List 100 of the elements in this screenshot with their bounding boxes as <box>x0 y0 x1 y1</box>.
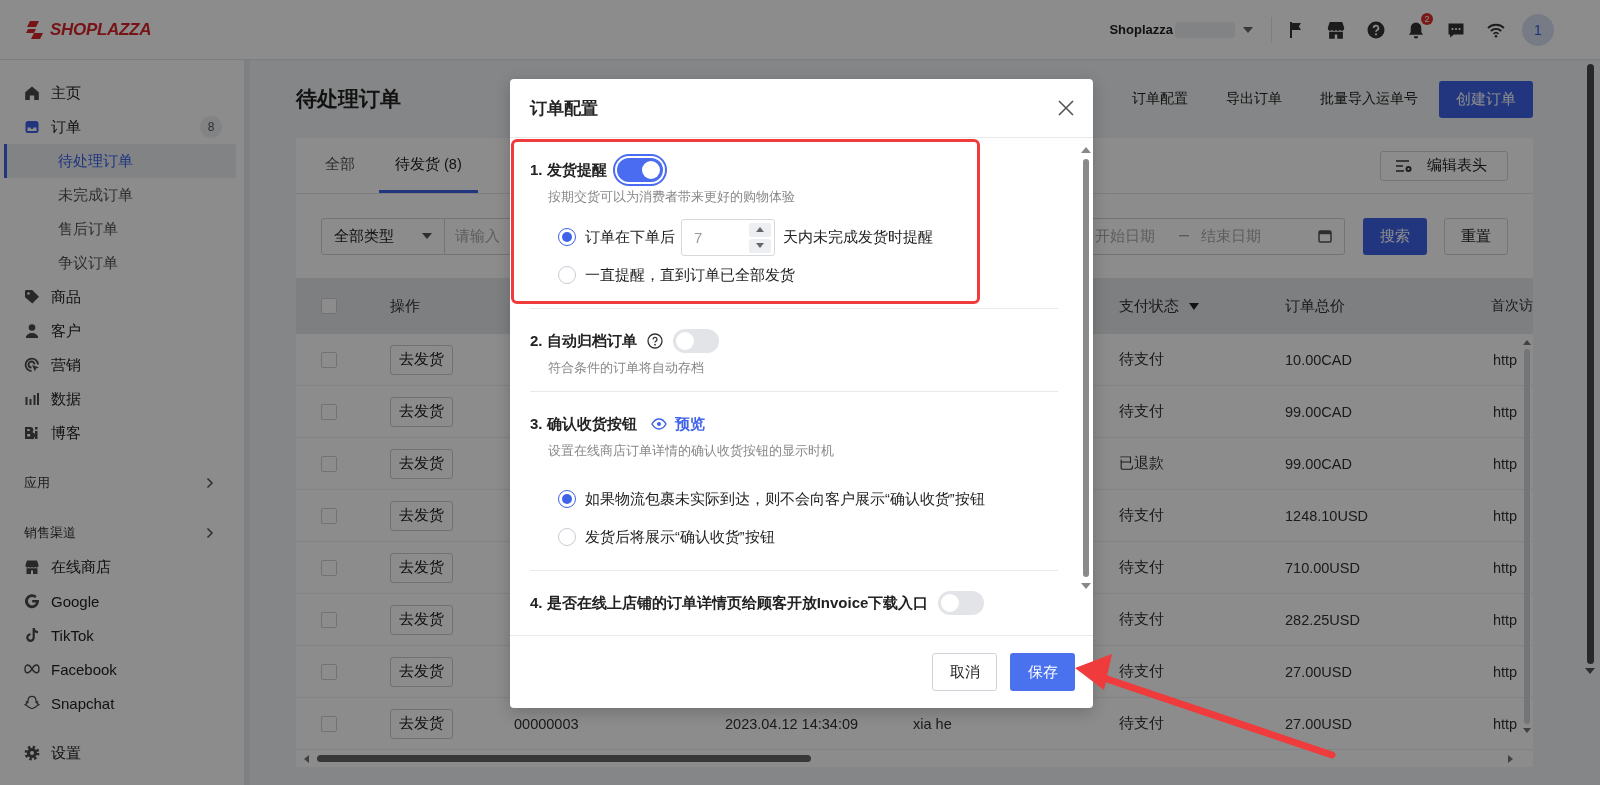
scrollbar-thumb[interactable] <box>1523 349 1530 724</box>
option-label: 如果物流包裹未实际到达，则不会向客户展示“确认收货”按钮 <box>585 489 985 509</box>
toolbar-link[interactable]: 批量导入运单号 <box>1301 90 1437 108</box>
sidebar-label: 博客 <box>51 423 81 443</box>
section-title: 2. 自动归档订单 <box>530 331 637 351</box>
edit-columns-button[interactable]: 编辑表头 <box>1380 150 1508 181</box>
checkbox[interactable] <box>321 559 337 576</box>
sidebar-item[interactable]: 设置 <box>0 736 240 770</box>
section-description: 符合条件的订单将自动存档 <box>548 360 705 377</box>
ship-button[interactable]: 去发货 <box>390 396 453 427</box>
table-cell-text: 00000003 <box>513 715 579 732</box>
help-icon[interactable] <box>646 333 663 349</box>
scrollbar-thumb[interactable] <box>1083 159 1089 577</box>
sidebar-item[interactable]: 商品 <box>0 280 240 314</box>
scroll-down-icon[interactable] <box>1522 728 1531 733</box>
page-title: 待处理订单 <box>296 86 401 112</box>
scroll-down-icon[interactable] <box>1585 668 1595 674</box>
checkbox[interactable] <box>321 715 337 732</box>
table-cell-text: xia he <box>912 715 952 732</box>
sidebar-subitem[interactable]: 未完成订单 <box>4 178 236 212</box>
blog-icon <box>24 425 40 441</box>
scroll-up-icon[interactable] <box>1522 340 1531 345</box>
cancel-button[interactable]: 取消 <box>932 653 997 691</box>
checkbox[interactable] <box>321 455 337 472</box>
sidebar-subitem[interactable]: 争议订单 <box>4 246 236 280</box>
sidebar-label: 商品 <box>51 287 81 307</box>
store-icon <box>24 559 40 575</box>
section-heading[interactable]: 销售渠道 <box>24 524 76 542</box>
sidebar-item[interactable]: 主页 <box>0 76 240 110</box>
toolbar-link[interactable]: 导出订单 <box>1207 90 1301 108</box>
section-heading[interactable]: 应用 <box>24 474 50 492</box>
inbox-icon <box>24 119 40 135</box>
columns-settings-icon <box>1395 158 1413 173</box>
sidebar-item[interactable]: 客户 <box>0 314 240 348</box>
sidebar-item[interactable]: 营销 <box>0 348 240 382</box>
settings-icon <box>24 745 40 761</box>
chevron-right-icon[interactable] <box>206 527 214 539</box>
caret-down-icon[interactable] <box>1243 26 1253 33</box>
checkbox[interactable] <box>321 611 337 628</box>
sidebar-subitem[interactable]: 售后订单 <box>4 212 236 246</box>
ship-button[interactable]: 去发货 <box>390 656 453 687</box>
checkbox[interactable] <box>321 298 337 314</box>
sidebar-item[interactable]: 在线商店 <box>0 550 240 584</box>
table-cell-text: http <box>1492 351 1518 368</box>
sidebar-item[interactable]: Google <box>0 584 240 618</box>
table-cell-text: 99.00CAD <box>1284 455 1352 472</box>
checkbox[interactable] <box>321 351 337 368</box>
toggle-switch[interactable] <box>672 329 719 353</box>
scroll-right-icon[interactable] <box>1508 754 1513 763</box>
close-icon <box>1056 98 1076 118</box>
scrollbar-thumb[interactable] <box>1586 64 1594 664</box>
checkbox[interactable] <box>321 663 337 680</box>
caret-down-icon <box>756 243 764 248</box>
table-cell-text: http <box>1492 455 1518 472</box>
store-name[interactable]: Shoplazza <box>1109 22 1173 37</box>
checkbox[interactable] <box>321 403 337 420</box>
store-icon[interactable] <box>1326 19 1346 40</box>
sidebar-item[interactable]: Facebook <box>0 652 240 686</box>
sidebar-subitem[interactable]: 待处理订单 <box>4 144 236 178</box>
ship-button[interactable]: 去发货 <box>390 344 453 375</box>
table-cell-text: 27.00USD <box>1284 715 1352 732</box>
create-order-button[interactable]: 创建订单 <box>1439 80 1533 118</box>
help-icon[interactable] <box>1366 19 1386 40</box>
sidebar-item[interactable]: 数据 <box>0 382 240 416</box>
section-description: 按期交货可以为消费者带来更好的购物体验 <box>548 189 796 206</box>
table-cell-text: 10.00CAD <box>1284 351 1352 368</box>
scrollbar-thumb[interactable] <box>317 755 811 762</box>
sidebar-item[interactable]: 博客 <box>0 416 240 450</box>
close-button[interactable] <box>1056 98 1076 118</box>
ship-button[interactable]: 去发货 <box>390 500 453 531</box>
scroll-up-icon[interactable] <box>1081 147 1091 153</box>
chevron-right-icon[interactable] <box>206 477 214 489</box>
scroll-down-icon[interactable] <box>1081 583 1091 589</box>
type-select[interactable]: 全部类型 <box>321 217 445 255</box>
ship-button[interactable]: 去发货 <box>390 552 453 583</box>
reset-button[interactable]: 重置 <box>1444 217 1508 255</box>
save-button[interactable]: 保存 <box>1010 653 1075 691</box>
sidebar-item[interactable]: Snapchat <box>0 686 240 720</box>
sidebar-item[interactable]: TikTok <box>0 618 240 652</box>
radio-button[interactable] <box>558 490 576 508</box>
toolbar-link[interactable]: 订单配置 <box>1113 90 1207 108</box>
tab[interactable]: 待发货 (8) <box>379 137 478 193</box>
ship-button[interactable]: 去发货 <box>390 604 453 635</box>
search-button[interactable]: 搜索 <box>1363 217 1427 255</box>
radio-button[interactable] <box>558 228 576 246</box>
logo-icon <box>24 19 46 40</box>
person-icon <box>24 323 40 339</box>
table-cell-text: 710.00USD <box>1284 559 1360 576</box>
preview-link[interactable]: 预览 <box>674 414 705 434</box>
ship-button[interactable]: 去发货 <box>390 448 453 479</box>
checkbox[interactable] <box>321 507 337 524</box>
ship-button[interactable]: 去发货 <box>390 708 453 739</box>
scroll-left-icon[interactable] <box>304 754 309 763</box>
column-header: 支付状态 <box>1119 296 1179 316</box>
sidebar-label: 主页 <box>51 83 81 103</box>
toggle-switch[interactable] <box>938 591 985 615</box>
tab[interactable]: 全部 <box>309 137 371 193</box>
sidebar-item[interactable]: 订单 8 <box>0 110 240 144</box>
ghost-icon <box>24 695 40 711</box>
sort-caret-icon[interactable] <box>1189 302 1199 310</box>
